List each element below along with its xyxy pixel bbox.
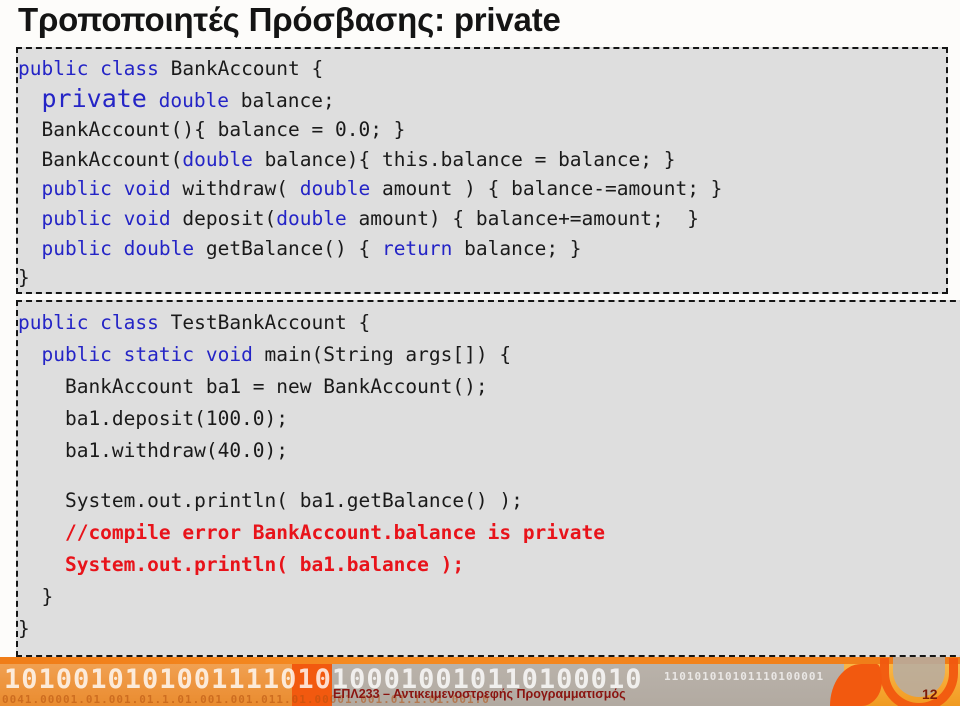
code-token: double [276, 206, 347, 230]
code-token: return [381, 236, 453, 260]
code-line: public static void main(String args[]) { [18, 339, 960, 371]
code-line: BankAccount(double balance){ this.balanc… [18, 145, 946, 175]
code-line: ba1.withdraw(40.0); [18, 435, 960, 467]
code-token: double [182, 147, 253, 171]
footer-course-label: ΕΠΛ233 – Αντικειμενοστρεφής Προγραμματισ… [333, 687, 626, 701]
code-token: BankAccount( [18, 147, 183, 171]
code-line: ba1.deposit(100.0); [18, 403, 960, 435]
code-token: withdraw( [170, 177, 300, 201]
code-token: main(String args[]) { [252, 343, 512, 366]
code-token: public void [41, 177, 171, 201]
code-token: deposit( [170, 206, 277, 230]
footer-arc-shape [880, 658, 958, 706]
code-token: } [18, 585, 54, 608]
code-token: } [18, 266, 30, 290]
code-token: BankAccount ba1 = new BankAccount(); [18, 375, 488, 398]
code-token: amount ) { balance-=amount; } [370, 177, 723, 201]
code-token: public static void [41, 343, 253, 366]
code-token: private [41, 83, 147, 113]
code-line: public void withdraw( double amount ) { … [18, 174, 946, 204]
slide-footer: 1010010101001111010100010010110100010 00… [0, 657, 960, 706]
code-token: } [18, 617, 30, 640]
code-line: System.out.println( ba1.balance ); [18, 549, 960, 581]
code-line: public double getBalance() { return bala… [18, 234, 946, 264]
page-title: Τροποποιητές Πρόσβασης: private [18, 1, 561, 38]
code-token: ba1.deposit(100.0); [18, 407, 289, 430]
code-line: //compile error BankAccount.balance is p… [18, 517, 960, 549]
code-token: amount) { balance+=amount; } [346, 206, 699, 230]
code-token: BankAccount(){ balance = 0.0; } [18, 118, 406, 142]
code-token: double [299, 177, 371, 201]
code-line: } [18, 581, 960, 613]
code-line: public class BankAccount { [18, 54, 946, 84]
code-token: balance){ this.balance = balance; } [252, 147, 676, 171]
code-line: public class TestBankAccount { [18, 307, 960, 339]
code-token: System.out.println( ba1.balance ); [18, 553, 465, 576]
code-block-testbankaccount: public class TestBankAccount { public st… [16, 300, 960, 657]
footer-orange-block [292, 664, 332, 706]
code-token: double [158, 88, 230, 112]
code-line: BankAccount(){ balance = 0.0; } [18, 115, 946, 145]
footer-left-band [0, 664, 322, 706]
code-line: private double balance; [18, 84, 946, 116]
footer-page-number: 12 [922, 686, 938, 702]
code-line: public void deposit(double amount) { bal… [18, 204, 946, 234]
code-line: } [18, 263, 946, 292]
code-line: System.out.println( ba1.getBalance() ); [18, 485, 960, 517]
code-token: public double [41, 236, 195, 260]
code-token: ba1.withdraw(40.0); [18, 439, 289, 462]
code-block-bankaccount: public class BankAccount { private doubl… [16, 47, 948, 294]
code-token: public void [41, 206, 171, 230]
code-token: System.out.println( ba1.getBalance() ); [18, 489, 523, 512]
code-token: TestBankAccount { [170, 311, 371, 334]
code-token: //compile error BankAccount.balance is p… [18, 521, 605, 544]
code-token: public class [18, 311, 171, 334]
code-token: getBalance() { [194, 236, 382, 260]
code-line: } [18, 613, 960, 645]
code-token: balance; [229, 88, 335, 112]
code-token: public class [18, 57, 171, 80]
code-token: BankAccount { [170, 57, 324, 80]
code-token: balance; } [452, 236, 582, 260]
footer-top-stripe [0, 657, 960, 664]
code-line: BankAccount ba1 = new BankAccount(); [18, 371, 960, 403]
